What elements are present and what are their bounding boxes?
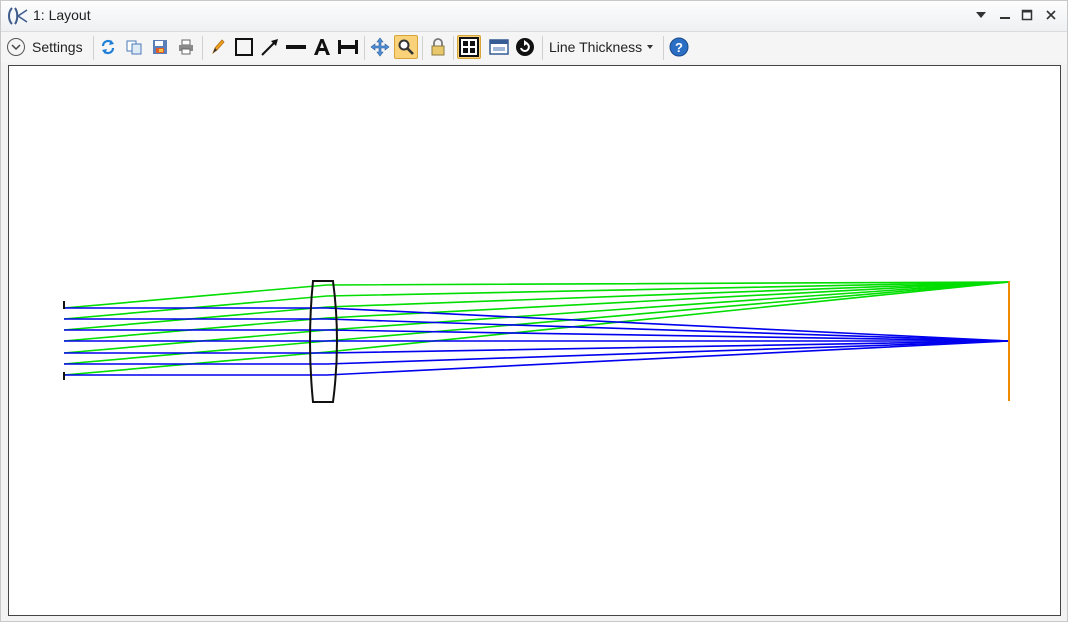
minimize-icon[interactable] [995, 6, 1015, 26]
window-menu-dropdown-icon[interactable] [971, 6, 991, 26]
print-icon[interactable] [174, 35, 198, 59]
toolbar-separator [663, 36, 664, 60]
title-bar: 1: Layout [1, 1, 1067, 32]
pan-icon[interactable] [368, 35, 392, 59]
layout-canvas[interactable] [8, 65, 1061, 616]
layout-window: 1: Layout Settings Line Thickness ? [0, 0, 1068, 622]
save-icon[interactable] [148, 35, 172, 59]
text-icon[interactable] [310, 35, 334, 59]
line-thickness-label: Line Thickness [549, 39, 643, 55]
green-ray [63, 281, 1010, 342]
refresh-icon[interactable] [96, 35, 120, 59]
window-icon[interactable] [487, 35, 511, 59]
toolbar-separator [364, 36, 365, 60]
help-icon[interactable]: ? [667, 35, 691, 59]
pencil-icon[interactable] [206, 35, 230, 59]
close-icon[interactable] [1041, 6, 1061, 26]
toolbar-separator [422, 36, 423, 60]
lock-icon[interactable] [426, 35, 450, 59]
toolbar: Settings Line Thickness ? [1, 32, 1067, 63]
settings-label: Settings [32, 39, 83, 55]
arrow-line-icon[interactable] [258, 35, 282, 59]
dropdown-arrow-icon [647, 45, 654, 49]
blue-ray [64, 329, 1010, 342]
zoom-icon[interactable] [394, 35, 418, 59]
toolbar-separator [202, 36, 203, 60]
maximize-icon[interactable] [1017, 6, 1037, 26]
line-thickness-dropdown[interactable]: Line Thickness [549, 35, 654, 59]
grid-layout-icon[interactable] [457, 35, 481, 59]
toolbar-separator [542, 36, 543, 60]
dimension-icon[interactable] [336, 35, 360, 59]
toolbar-separator [453, 36, 454, 60]
rectangle-icon[interactable] [232, 35, 256, 59]
lens-app-icon [7, 6, 29, 26]
copy-icon[interactable] [122, 35, 146, 59]
settings-button[interactable]: Settings [7, 35, 83, 59]
toolbar-separator [93, 36, 94, 60]
line-icon[interactable] [284, 35, 308, 59]
chevron-down-icon [7, 38, 25, 56]
ray-trace-plot [63, 280, 1010, 403]
green-ray [63, 281, 1010, 365]
window-title: 1: Layout [33, 7, 91, 23]
svg-text:?: ? [675, 40, 683, 55]
rotate-icon[interactable] [513, 35, 537, 59]
field-2-rays [63, 281, 1010, 376]
